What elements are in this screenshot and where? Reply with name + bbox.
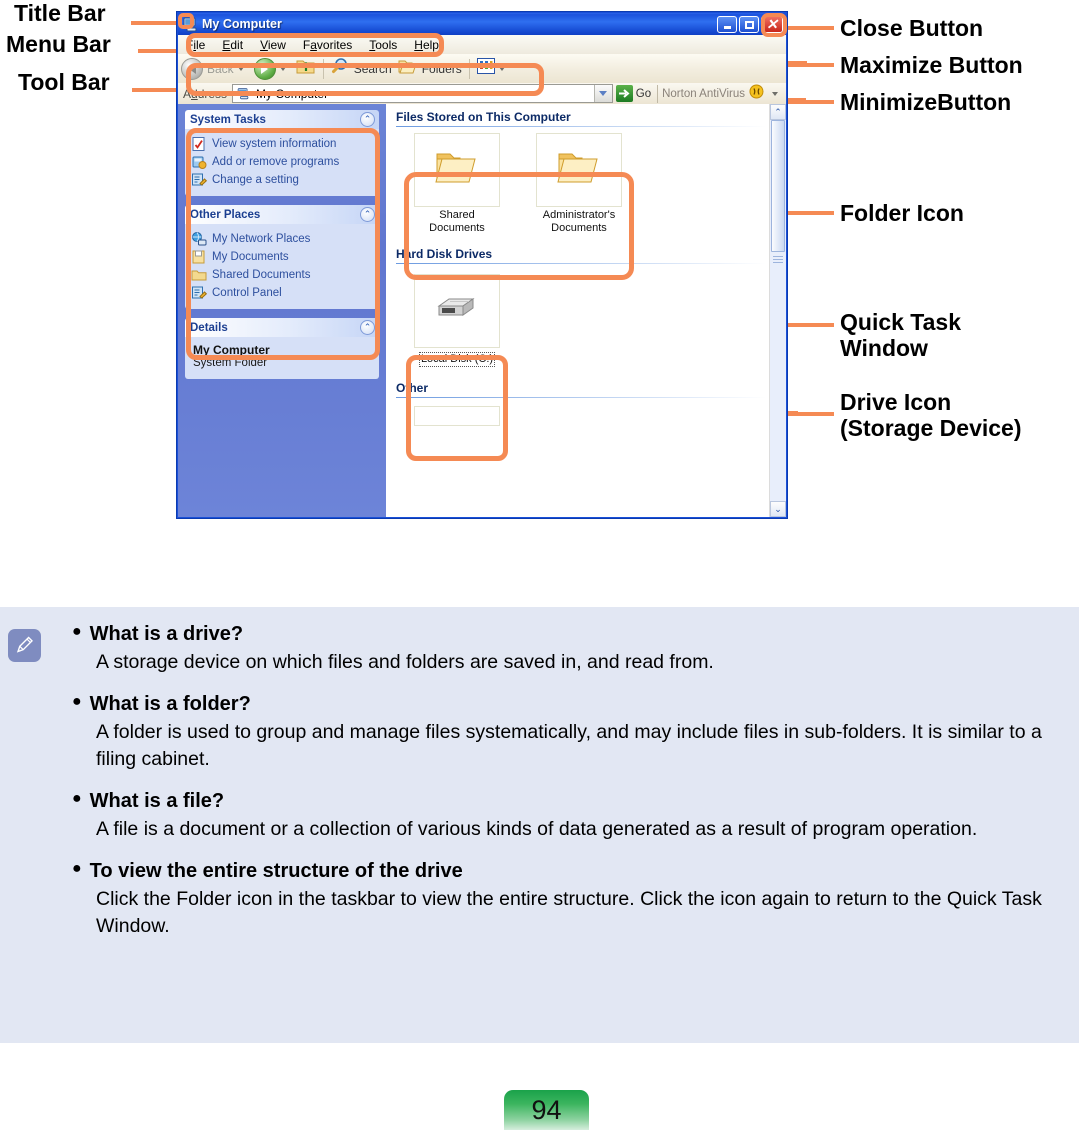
hard-drive-icon (433, 292, 481, 331)
highlight-close-button (761, 13, 787, 37)
highlight-title-bar-end (178, 13, 194, 29)
scroll-down-button[interactable]: ⌄ (770, 501, 786, 517)
note-box: ● What is a drive? A storage device on w… (0, 607, 1079, 1043)
norton-dropdown-caret-icon[interactable] (772, 91, 778, 96)
callout-menu-bar: Menu Bar (6, 31, 111, 57)
norton-antivirus-button[interactable]: Norton AntiVirus (658, 84, 786, 104)
note-title: What is a file? (89, 790, 225, 812)
scrollbar-grip-icon (773, 254, 783, 264)
go-label: Go (635, 87, 652, 100)
note-body: A folder is used to group and manage fil… (96, 721, 1042, 770)
callout-maximize-button: Maximize Button (840, 52, 1023, 78)
panel-header-system-tasks[interactable]: System Tasks ⌃ (185, 110, 379, 129)
note-items: ● What is a drive? A storage device on w… (72, 621, 1079, 955)
scrollbar-track[interactable] (770, 120, 786, 501)
window-title: My Computer (202, 17, 282, 31)
note-title: To view the entire structure of the driv… (89, 860, 463, 882)
pencil-note-icon (8, 629, 41, 662)
callout-drive-icon: Drive Icon (Storage Device) (840, 389, 1022, 441)
leader-line-folder-icon (788, 211, 834, 215)
scrollbar-thumb[interactable] (771, 120, 785, 252)
tile-local-disk-c[interactable]: Local Disk (C:) (414, 274, 500, 367)
bullet-icon: ● (72, 860, 82, 877)
address-dropdown-button[interactable] (593, 85, 612, 102)
callout-title-bar: Title Bar (14, 0, 106, 26)
callout-close-button: Close Button (840, 15, 984, 41)
highlight-quick-task-window (186, 128, 380, 360)
tile-thumb (414, 274, 500, 348)
go-icon (615, 85, 633, 102)
panel-title: System Tasks (190, 113, 266, 126)
highlight-folder-icons (404, 172, 634, 280)
page-number-badge: 94 (504, 1090, 589, 1130)
highlight-drive-icon (406, 355, 508, 461)
title-bar[interactable]: My Computer ✕ (178, 13, 786, 35)
note-title: What is a folder? (89, 693, 251, 715)
go-button[interactable]: Go (613, 85, 657, 102)
callout-minimize-button: MinimizeButton (840, 89, 1012, 115)
note-body: A file is a document or a collection of … (96, 818, 978, 840)
note-item-drive: ● What is a drive? A storage device on w… (72, 621, 1079, 676)
highlight-menu-bar (186, 33, 444, 57)
note-item-folder: ● What is a folder? A folder is used to … (72, 691, 1079, 773)
callout-tool-bar: Tool Bar (18, 69, 110, 95)
vertical-scrollbar[interactable]: ⌃ ⌄ (769, 104, 786, 517)
note-heading-row: ● What is a drive? (72, 621, 1079, 647)
note-item-structure: ● To view the entire structure of the dr… (72, 858, 1079, 940)
callout-folder-icon: Folder Icon (840, 200, 964, 226)
collapse-chevron-icon[interactable]: ⌃ (360, 112, 375, 127)
callout-quick-task-window: Quick Task Window (840, 309, 962, 361)
scroll-up-button[interactable]: ⌃ (770, 104, 786, 120)
note-heading-row: ● What is a folder? (72, 691, 1079, 717)
bullet-icon: ● (72, 623, 82, 640)
note-heading-row: ● To view the entire structure of the dr… (72, 858, 1079, 884)
note-body: A storage device on which files and fold… (96, 651, 714, 673)
highlight-tool-bar (186, 63, 544, 96)
page-number: 94 (531, 1094, 562, 1125)
bullet-icon: ● (72, 693, 82, 710)
note-item-file: ● What is a file? A file is a document o… (72, 788, 1079, 843)
norton-label: Norton AntiVirus (662, 87, 745, 100)
maximize-button[interactable] (739, 16, 759, 33)
note-title: What is a drive? (89, 623, 244, 645)
chevron-down-icon (599, 91, 608, 96)
note-body: Click the Folder icon in the taskbar to … (96, 888, 1042, 937)
minimize-button[interactable] (717, 16, 737, 33)
bullet-icon: ● (72, 790, 82, 807)
group-title: Files Stored on This Computer (396, 110, 571, 124)
norton-shield-icon (749, 84, 764, 104)
note-heading-row: ● What is a file? (72, 788, 1079, 814)
